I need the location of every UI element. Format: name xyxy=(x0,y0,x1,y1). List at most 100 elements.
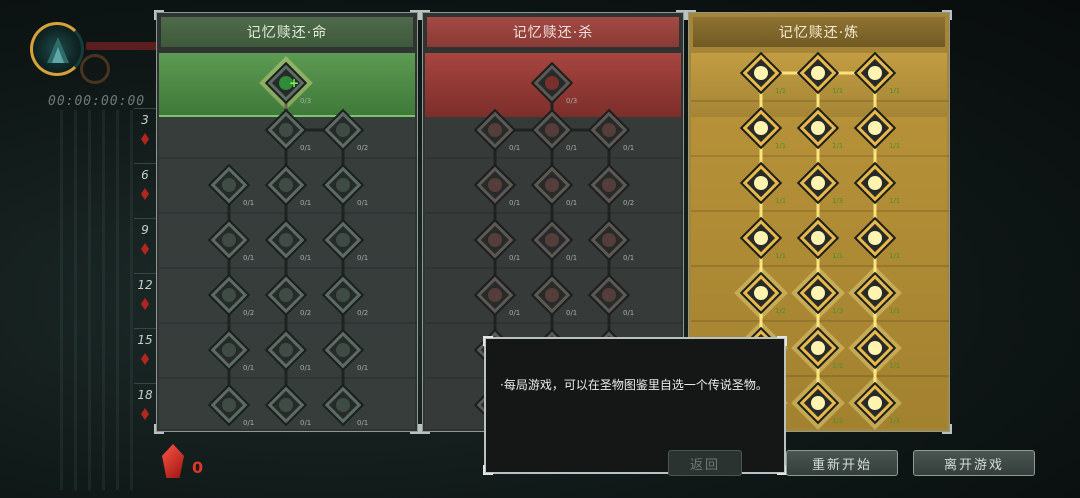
skill-node[interactable]: 0/1 xyxy=(321,218,368,262)
skill-icon xyxy=(488,233,502,247)
skill-count: 1/1 xyxy=(775,197,786,205)
skill-count: 0/1 xyxy=(300,144,311,152)
skill-icon xyxy=(222,398,236,412)
skill-icon xyxy=(279,123,293,137)
skill-node[interactable]: 1/1 xyxy=(853,51,900,95)
tooltip-text: ·每局游戏，可以在圣物图鉴里自选一个传说圣物。 xyxy=(500,378,768,392)
skill-node[interactable]: 1/1 xyxy=(791,376,845,430)
skill-icon xyxy=(488,123,502,137)
skill-count: 0/1 xyxy=(243,364,254,372)
skill-count: 1/1 xyxy=(889,87,900,95)
skill-count: 0/1 xyxy=(300,419,311,427)
skill-count: 1/1 xyxy=(832,142,843,150)
skill-node[interactable]: 0/1 xyxy=(473,163,520,207)
skill-node[interactable]: 0/1 xyxy=(207,218,254,262)
skill-node[interactable]: 0/1 xyxy=(207,383,254,427)
skill-node[interactable]: 0/1 xyxy=(264,163,311,207)
skill-node[interactable]: 0/1 xyxy=(473,218,520,262)
skill-node[interactable]: 0/1 xyxy=(473,273,520,317)
skill-node[interactable]: 1/1 xyxy=(848,321,902,375)
skill-node[interactable]: 1/1 xyxy=(853,106,900,150)
skill-icon xyxy=(868,341,882,355)
skill-count: 0/1 xyxy=(509,144,520,152)
skill-node[interactable]: 1/3 xyxy=(796,161,843,205)
skill-icon xyxy=(279,178,293,192)
skill-node[interactable]: 0/1 xyxy=(587,108,634,152)
restart-button[interactable]: 重新开始 xyxy=(786,450,898,476)
skill-count: 0/1 xyxy=(623,144,634,152)
skill-icon xyxy=(545,233,559,247)
skill-node[interactable]: 0/2 xyxy=(207,273,254,317)
skill-node[interactable]: 1/1 xyxy=(796,216,843,260)
skill-node[interactable]: 0/1 xyxy=(530,218,577,262)
skill-node[interactable]: 0/1 xyxy=(530,108,577,152)
skill-node[interactable]: 0/1 xyxy=(587,273,634,317)
skill-icon xyxy=(868,66,882,80)
skill-count: 0/1 xyxy=(509,254,520,262)
skill-count: 0/1 xyxy=(357,199,368,207)
level-marker: 6 xyxy=(134,163,156,215)
skill-node[interactable]: 1/1 xyxy=(739,216,786,260)
skill-icon xyxy=(336,233,350,247)
skill-count: 1/1 xyxy=(889,142,900,150)
skill-node[interactable]: 0/1 xyxy=(264,218,311,262)
top-skill-node[interactable]: 0/3+ xyxy=(259,56,313,110)
skill-icon xyxy=(222,178,236,192)
skill-node[interactable]: 0/1 xyxy=(321,328,368,372)
skill-node[interactable]: 0/1 xyxy=(207,328,254,372)
skill-node[interactable]: 0/1 xyxy=(207,163,254,207)
skill-node[interactable]: 1/1 xyxy=(796,51,843,95)
skill-node[interactable]: 0/1 xyxy=(321,383,368,427)
skill-node[interactable]: 0/1 xyxy=(473,108,520,152)
skill-node[interactable]: 1/3 xyxy=(791,266,845,320)
skill-count: 0/2 xyxy=(243,309,254,317)
skill-icon xyxy=(222,343,236,357)
skill-node[interactable]: 0/1 xyxy=(587,218,634,262)
skill-count: 1/1 xyxy=(889,362,900,370)
skill-node[interactable]: 1/1 xyxy=(853,216,900,260)
top-skill-node[interactable]: 0/3 xyxy=(530,61,577,105)
skill-node[interactable]: 1/1 xyxy=(848,376,902,430)
background-cage-bars xyxy=(60,110,140,490)
skill-count: 0/1 xyxy=(566,144,577,152)
skill-node[interactable]: 1/1 xyxy=(791,321,845,375)
skill-node[interactable]: 1/1 xyxy=(739,51,786,95)
skill-icon xyxy=(868,176,882,190)
skill-icon xyxy=(811,121,825,135)
leave-game-button[interactable]: 离开游戏 xyxy=(913,450,1035,476)
skill-count: 1/1 xyxy=(775,252,786,260)
skill-node[interactable]: 1/2 xyxy=(734,266,788,320)
skill-node[interactable]: 1/1 xyxy=(739,161,786,205)
skill-icon xyxy=(545,123,559,137)
skill-count: 0/1 xyxy=(566,199,577,207)
skill-node[interactable]: 0/1 xyxy=(264,108,311,152)
red-gem-icon xyxy=(141,408,149,420)
skill-count: 0/2 xyxy=(300,309,311,317)
skill-node[interactable]: 1/1 xyxy=(848,266,902,320)
skill-node[interactable]: 0/2 xyxy=(321,108,368,152)
skill-node[interactable]: 0/1 xyxy=(264,383,311,427)
back-button[interactable]: 返回 xyxy=(668,450,742,476)
skill-node[interactable]: 0/2 xyxy=(587,163,634,207)
skill-count: 0/1 xyxy=(243,419,254,427)
skill-node[interactable]: 1/1 xyxy=(796,106,843,150)
skill-count: 0/2 xyxy=(357,309,368,317)
skill-node[interactable]: 0/1 xyxy=(321,163,368,207)
skill-count: 1/1 xyxy=(889,252,900,260)
skill-count: 1/1 xyxy=(775,87,786,95)
skill-icon xyxy=(222,288,236,302)
skill-node[interactable]: 0/2 xyxy=(321,273,368,317)
skill-count: 1/2 xyxy=(775,307,786,315)
skill-node[interactable]: 0/1 xyxy=(530,163,577,207)
skill-icon xyxy=(336,343,350,357)
skill-node[interactable]: 0/2 xyxy=(264,273,311,317)
skill-node[interactable]: 1/1 xyxy=(853,161,900,205)
skill-node[interactable]: 0/1 xyxy=(264,328,311,372)
skill-node[interactable]: 0/1 xyxy=(530,273,577,317)
skill-icon xyxy=(545,76,559,90)
skill-count: 0/1 xyxy=(300,254,311,262)
red-gem-icon xyxy=(141,188,149,200)
skill-node[interactable]: 1/1 xyxy=(739,106,786,150)
red-gem-icon xyxy=(141,243,149,255)
skill-icon xyxy=(545,288,559,302)
